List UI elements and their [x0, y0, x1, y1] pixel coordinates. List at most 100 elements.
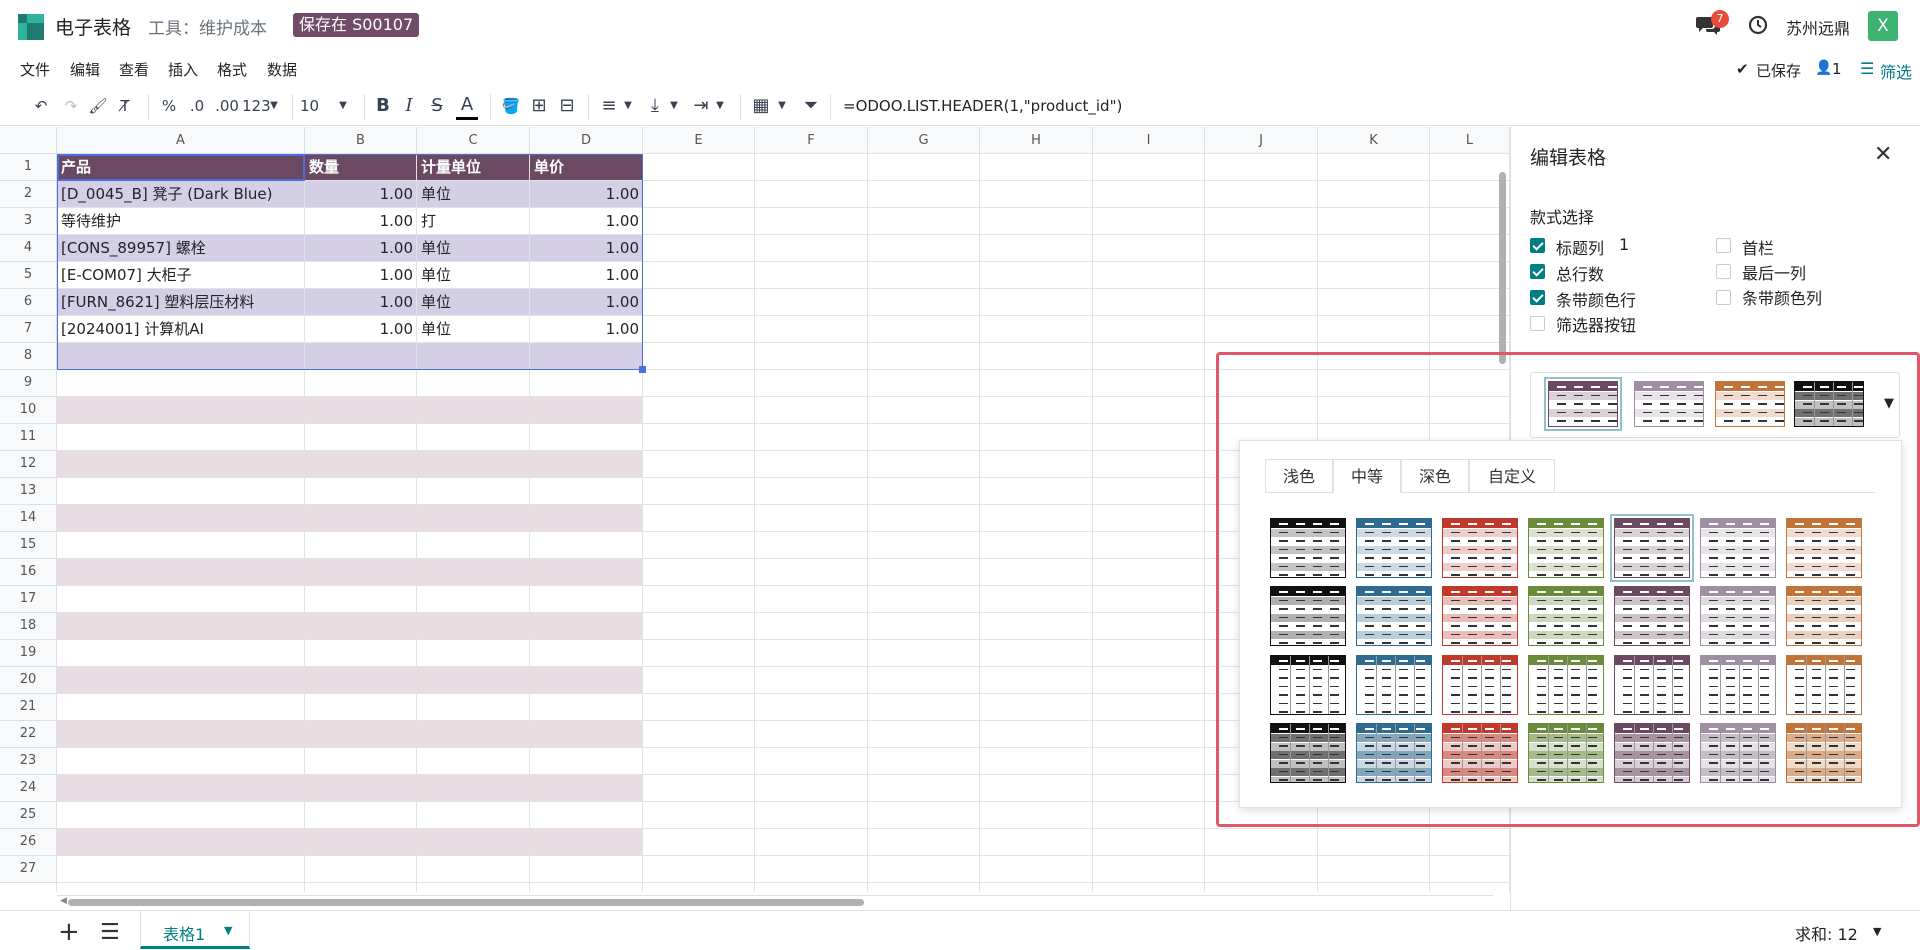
filter-button-checkbox[interactable]: [1530, 316, 1545, 331]
row-header[interactable]: 16: [0, 559, 57, 586]
first-column-checkbox[interactable]: [1716, 238, 1731, 253]
row-header[interactable]: 26: [0, 829, 57, 856]
column-header-c[interactable]: C: [417, 127, 530, 154]
row-header[interactable]: 4: [0, 235, 57, 262]
filter-icon[interactable]: ⏷: [800, 94, 822, 118]
table-cell[interactable]: [CONS_89957] 螺栓: [57, 235, 305, 261]
chevron-down-icon[interactable]: ▼: [668, 94, 680, 118]
redo-icon[interactable]: ↷: [60, 94, 82, 118]
spreadsheet-logo-icon[interactable]: [18, 14, 44, 40]
fill-color-icon[interactable]: 🪣: [500, 94, 522, 118]
table-cell[interactable]: 1.00: [530, 235, 643, 261]
table-cell[interactable]: 1.00: [530, 289, 643, 315]
row-header[interactable]: 15: [0, 532, 57, 559]
row-header[interactable]: 21: [0, 694, 57, 721]
horizontal-scrollbar[interactable]: [68, 899, 864, 906]
menu-insert[interactable]: 插入: [168, 59, 198, 80]
table-cell[interactable]: 1.00: [305, 235, 417, 261]
table-cell[interactable]: [2024001] 计算机AI: [57, 316, 305, 342]
last-column-checkbox[interactable]: [1716, 264, 1731, 279]
table-cell[interactable]: 1.00: [305, 316, 417, 342]
total-row-checkbox[interactable]: [1530, 264, 1545, 279]
chevron-down-icon[interactable]: ▼: [714, 94, 726, 118]
number-format-button[interactable]: 123: [242, 94, 271, 118]
table-cell[interactable]: 1.00: [305, 262, 417, 288]
chevron-down-icon[interactable]: ▼: [268, 94, 280, 118]
table-style-icon[interactable]: ▦: [750, 94, 772, 118]
row-header[interactable]: 1: [0, 154, 57, 181]
banded-columns-checkbox[interactable]: [1716, 290, 1731, 305]
text-color-button[interactable]: A: [456, 94, 478, 120]
column-header-k[interactable]: K: [1318, 127, 1430, 154]
chevron-down-icon[interactable]: ▼: [776, 94, 788, 118]
filter-list-icon[interactable]: ☰: [1860, 59, 1874, 78]
row-header[interactable]: 8: [0, 343, 57, 370]
row-header[interactable]: 5: [0, 262, 57, 289]
percent-format-button[interactable]: %: [160, 94, 178, 118]
vertical-align-icon[interactable]: ⤓: [644, 94, 666, 118]
table-cell[interactable]: 单位: [417, 235, 530, 261]
column-header-g[interactable]: G: [868, 127, 980, 154]
selection-sum[interactable]: 求和: 12: [1795, 921, 1858, 945]
borders-icon[interactable]: ⊞: [528, 94, 550, 118]
row-header[interactable]: 2: [0, 181, 57, 208]
column-header-b[interactable]: B: [305, 127, 417, 154]
scroll-left-icon[interactable]: ◀: [60, 896, 67, 906]
menu-data[interactable]: 数据: [267, 59, 297, 80]
save-location-badge[interactable]: 保存在 S00107: [293, 13, 420, 37]
select-all-corner[interactable]: [0, 127, 57, 154]
header-row-checkbox[interactable]: [1530, 238, 1545, 253]
row-header[interactable]: 23: [0, 748, 57, 775]
row-header[interactable]: 9: [0, 370, 57, 397]
row-header[interactable]: 24: [0, 775, 57, 802]
table-cell[interactable]: 单位: [417, 289, 530, 315]
chevron-down-icon[interactable]: ▼: [336, 94, 350, 118]
merge-cells-icon[interactable]: ⊟: [556, 94, 578, 118]
table-cell[interactable]: [E-COM07] 大柜子: [57, 262, 305, 288]
row-header[interactable]: 7: [0, 316, 57, 343]
row-header[interactable]: 10: [0, 397, 57, 424]
increase-decimal-button[interactable]: .00: [212, 94, 242, 118]
table-cell[interactable]: 1.00: [530, 181, 643, 207]
table-cell[interactable]: 1.00: [305, 208, 417, 234]
row-header[interactable]: 6: [0, 289, 57, 316]
table-cell[interactable]: [FURN_8621] 塑料层压材料: [57, 289, 305, 315]
add-sheet-icon[interactable]: +: [58, 917, 80, 947]
chevron-down-icon[interactable]: ▼: [224, 924, 232, 937]
close-icon[interactable]: ✕: [1874, 142, 1892, 167]
row-header[interactable]: 18: [0, 613, 57, 640]
row-header[interactable]: 19: [0, 640, 57, 667]
list-sheets-icon[interactable]: ☰: [100, 920, 120, 945]
app-title[interactable]: 电子表格: [55, 13, 131, 40]
table-cell[interactable]: 单位: [417, 262, 530, 288]
table-cell[interactable]: 1.00: [530, 316, 643, 342]
paint-format-icon[interactable]: 🖌: [88, 94, 108, 118]
filter-button[interactable]: 筛选: [1880, 59, 1912, 83]
column-header-d[interactable]: D: [530, 127, 643, 154]
row-header[interactable]: 22: [0, 721, 57, 748]
column-header-i[interactable]: I: [1093, 127, 1205, 154]
header-row-count[interactable]: 1: [1619, 235, 1629, 254]
row-header[interactable]: 11: [0, 424, 57, 451]
table-cell[interactable]: 等待维护: [57, 208, 305, 234]
clock-icon[interactable]: [1748, 15, 1768, 35]
column-header-a[interactable]: A: [57, 127, 305, 154]
table-header-cell[interactable]: 单价: [530, 154, 643, 180]
vertical-scrollbar[interactable]: [1499, 172, 1506, 364]
menu-format[interactable]: 格式: [217, 59, 247, 80]
table-header-cell[interactable]: 数量: [305, 154, 417, 180]
table-cell[interactable]: 1.00: [305, 289, 417, 315]
decrease-decimal-button[interactable]: .0: [186, 94, 208, 118]
user-avatar[interactable]: X: [1868, 11, 1898, 41]
chevron-down-icon[interactable]: ▼: [622, 94, 634, 118]
row-header[interactable]: 3: [0, 208, 57, 235]
menu-view[interactable]: 查看: [119, 59, 149, 80]
horizontal-align-icon[interactable]: ≡: [598, 94, 620, 118]
formula-bar-input[interactable]: =ODOO.LIST.HEADER(1,"product_id"): [843, 94, 1122, 118]
fill-handle[interactable]: [639, 366, 646, 373]
undo-icon[interactable]: ↶: [30, 94, 52, 118]
bold-button[interactable]: B: [374, 94, 392, 118]
italic-button[interactable]: I: [400, 94, 418, 118]
row-header[interactable]: 13: [0, 478, 57, 505]
table-cell[interactable]: 单位: [417, 181, 530, 207]
